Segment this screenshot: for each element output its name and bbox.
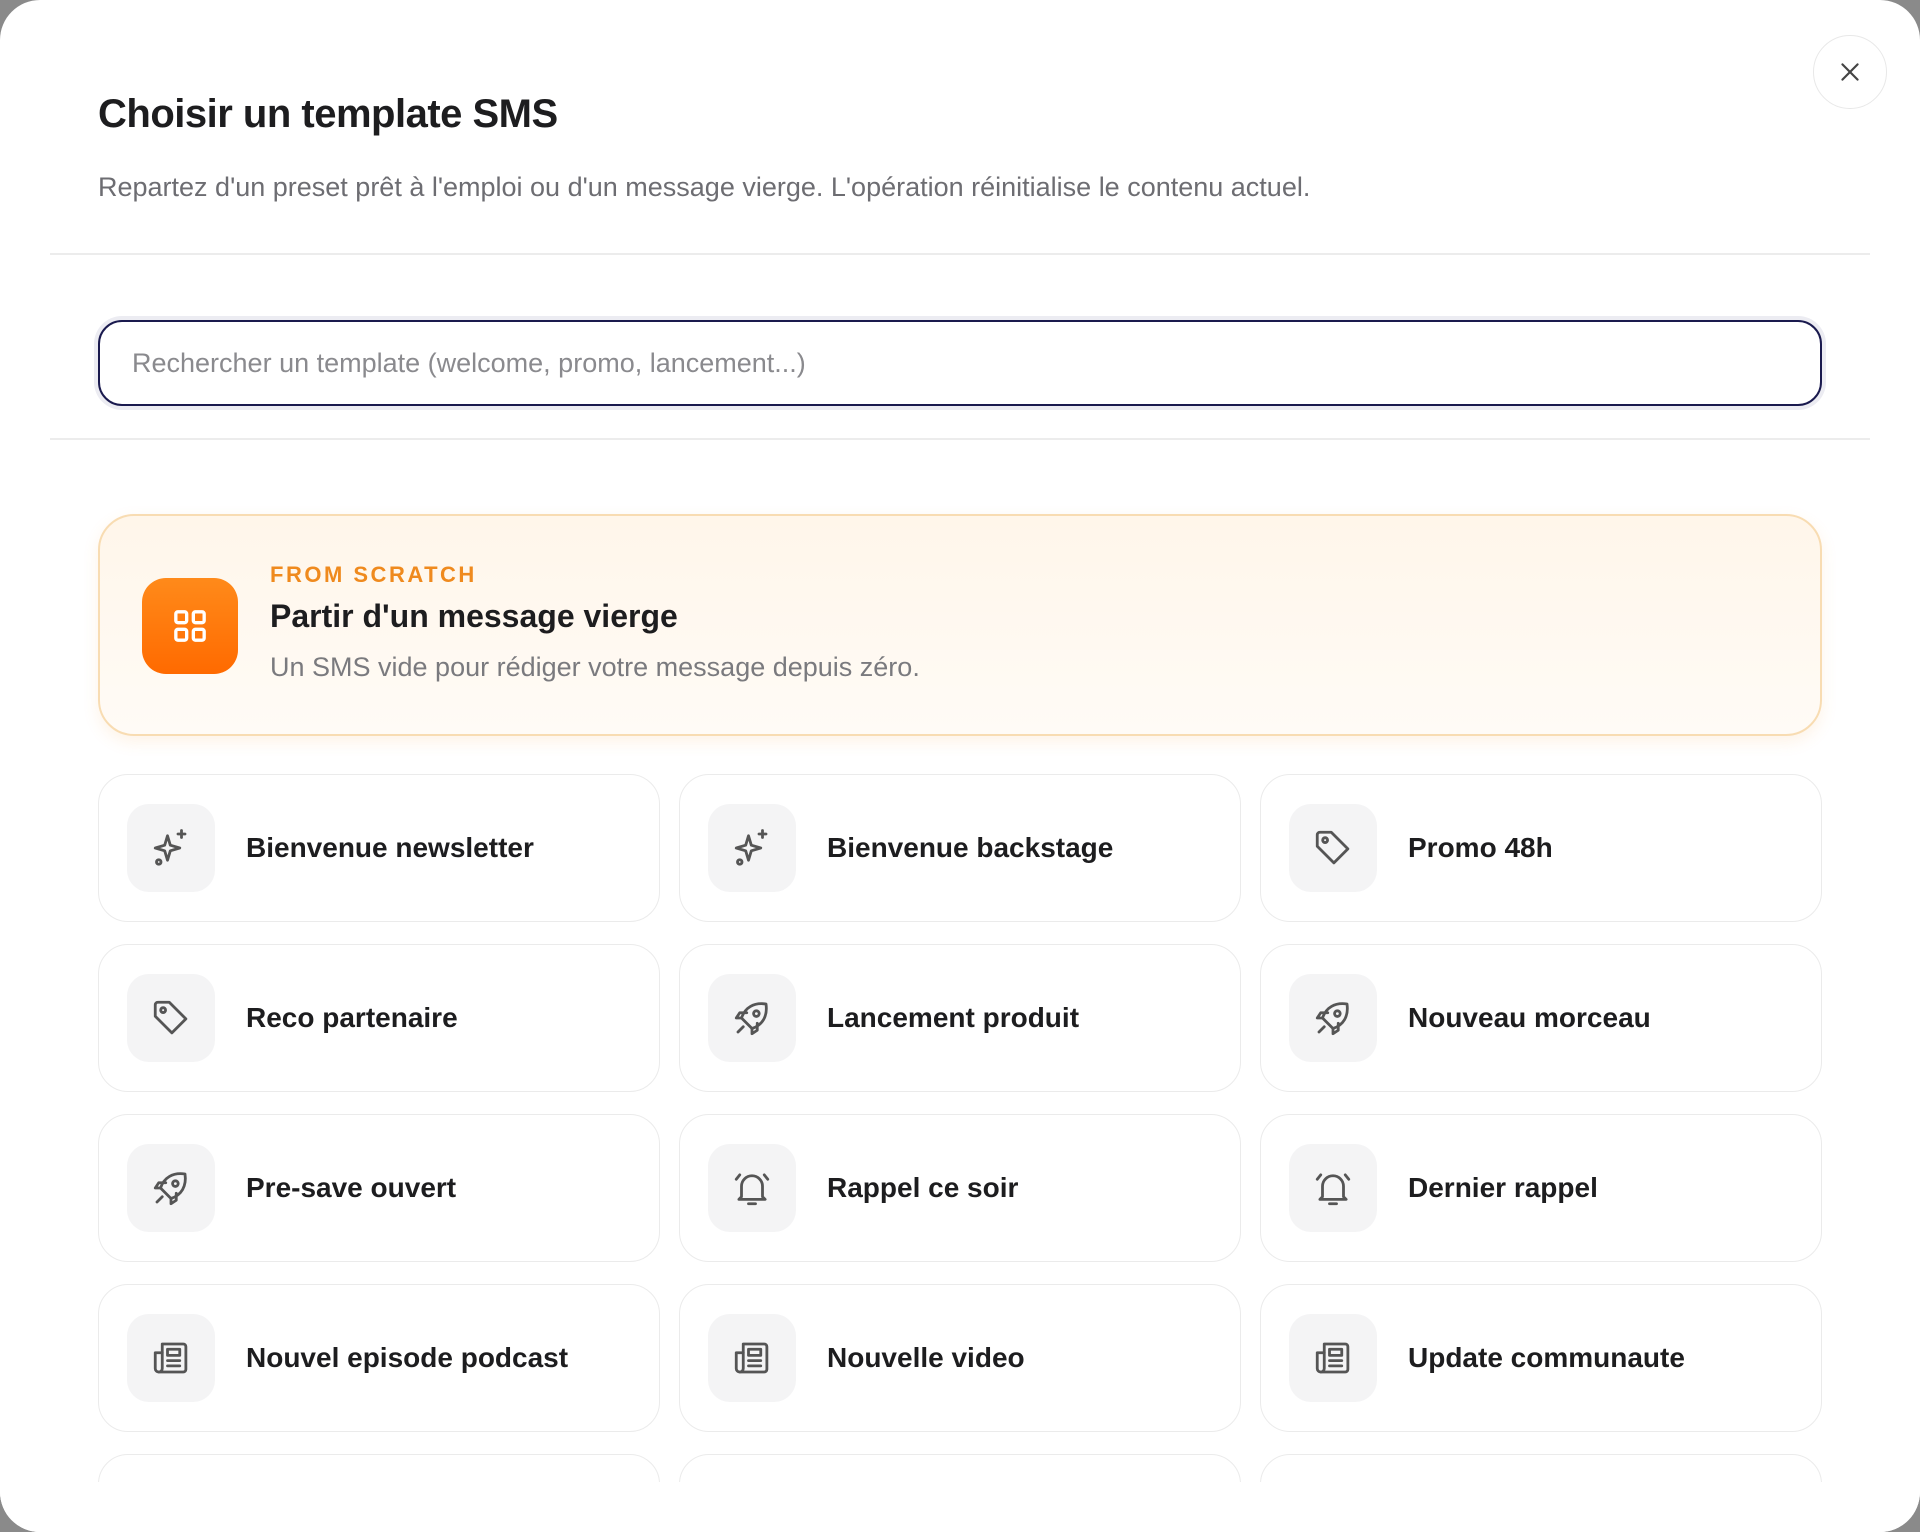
tag-icon: [1315, 830, 1350, 865]
from-scratch-card[interactable]: FROM SCRATCH Partir d'un message vierge …: [98, 514, 1822, 736]
template-label: Update communaute: [1408, 1342, 1685, 1373]
template-label: Nouvel episode podcast: [246, 1342, 569, 1373]
template-label: Dernier rappel: [1408, 1172, 1598, 1203]
search-input[interactable]: [132, 347, 1820, 379]
template-icon-tile: [127, 1144, 215, 1232]
template-icon-tile: [127, 1314, 215, 1402]
tag-icon: [153, 1000, 188, 1035]
scratch-description: Un SMS vide pour rédiger votre message d…: [270, 652, 920, 682]
template-card[interactable]: Pre-save ouvert: [98, 1114, 660, 1262]
template-card[interactable]: Rappel ce soir: [679, 1114, 1241, 1262]
newspaper-icon: [153, 1342, 188, 1374]
template-label: Rappel ce soir: [827, 1172, 1019, 1203]
newspaper-icon: [734, 1342, 769, 1374]
template-card-partial[interactable]: [98, 1454, 660, 1482]
template-label: Nouveau morceau: [1408, 1002, 1651, 1033]
close-button[interactable]: [1813, 35, 1887, 109]
header-divider: [50, 253, 1870, 255]
template-card[interactable]: Nouveau morceau: [1260, 944, 1822, 1092]
template-icon-tile: [708, 1144, 796, 1232]
template-card[interactable]: Nouvel episode podcast: [98, 1284, 660, 1432]
template-label: Pre-save ouvert: [246, 1172, 457, 1203]
template-icon-tile: [127, 974, 215, 1062]
template-card[interactable]: Dernier rappel: [1260, 1114, 1822, 1262]
template-card[interactable]: Bienvenue backstage: [679, 774, 1241, 922]
modal-title: Choisir un template SMS: [98, 92, 558, 136]
bell-icon: [734, 1173, 770, 1206]
rocket-icon: [1315, 1002, 1349, 1036]
rocket-icon: [153, 1172, 187, 1206]
template-card[interactable]: Bienvenue newsletter: [98, 774, 660, 922]
scratch-icon-tile: [142, 578, 238, 674]
template-label: Lancement produit: [827, 1002, 1080, 1033]
template-label: Nouvelle video: [827, 1342, 1025, 1373]
bell-icon: [1315, 1173, 1351, 1206]
template-icon-tile: [1289, 974, 1377, 1062]
template-icon-tile: [708, 804, 796, 892]
scratch-title: Partir d'un message vierge: [270, 598, 678, 634]
modal-subtitle: Repartez d'un preset prêt à l'emploi ou …: [98, 172, 1311, 202]
sparkles-icon: [734, 829, 768, 866]
search-field[interactable]: [98, 320, 1822, 406]
newspaper-icon: [1315, 1342, 1350, 1374]
template-card[interactable]: Promo 48h: [1260, 774, 1822, 922]
template-card[interactable]: Update communaute: [1260, 1284, 1822, 1432]
close-icon: [1841, 63, 1859, 81]
template-card-partial[interactable]: [1260, 1454, 1822, 1482]
template-icon-tile: [708, 1314, 796, 1402]
sparkles-icon: [153, 829, 187, 866]
template-card[interactable]: Nouvelle video: [679, 1284, 1241, 1432]
template-icon-tile: [127, 804, 215, 892]
template-icon-tile: [1289, 804, 1377, 892]
template-icon-tile: [1289, 1144, 1377, 1232]
template-label: Promo 48h: [1408, 832, 1553, 863]
scratch-tag: FROM SCRATCH: [270, 562, 477, 587]
template-label: Bienvenue newsletter: [246, 832, 534, 863]
template-card[interactable]: Reco partenaire: [98, 944, 660, 1092]
template-grid: Bienvenue newsletter Bienvenue backstage: [98, 774, 1822, 1482]
grid-icon: [174, 610, 206, 642]
template-card-partial[interactable]: [679, 1454, 1241, 1482]
template-icon-tile: [708, 974, 796, 1062]
template-label: Reco partenaire: [246, 1002, 458, 1033]
modal-footer-space: [0, 1482, 1920, 1532]
template-label: Bienvenue backstage: [827, 832, 1114, 863]
rocket-icon: [734, 1002, 768, 1036]
template-modal: Choisir un template SMS Repartez d'un pr…: [0, 0, 1920, 1532]
template-icon-tile: [1289, 1314, 1377, 1402]
template-card[interactable]: Lancement produit: [679, 944, 1241, 1092]
template-list[interactable]: FROM SCRATCH Partir d'un message vierge …: [0, 440, 1920, 1482]
